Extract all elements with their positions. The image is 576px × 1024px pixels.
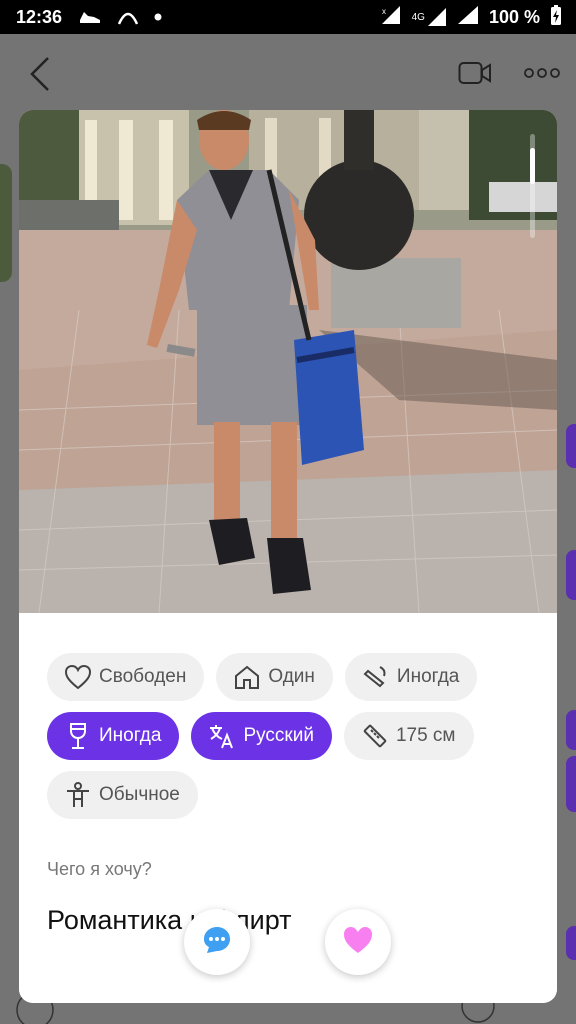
previous-photo-thumb [0,164,12,282]
section-value-wants: Романтика и флирт [47,905,292,935]
profile-photo[interactable] [19,110,557,613]
chip-label: Один [268,666,315,687]
chat-button[interactable] [184,909,250,975]
status-bar: 12:36 x 4G 100 % [0,0,576,34]
video-camera-icon[interactable] [458,60,492,86]
dot-icon [154,13,162,21]
shoe-icon [78,8,102,26]
chip-language[interactable]: Русский [191,712,332,760]
signal-x-icon: x [380,5,402,30]
chip-label: Свободен [99,666,187,687]
chip-living[interactable]: Один [216,653,333,701]
chip-label: Иногда [396,666,460,687]
profile-card: Свободен Один Иногда Иногда Русский 175 … [19,110,557,1003]
heart-filled-icon [342,925,374,960]
chip-label: Русский [243,725,314,746]
profile-chips: Свободен Один Иногда Иногда Русский 175 … [47,653,537,830]
chip-drinking[interactable]: Иногда [47,712,180,760]
network-type-label: 4G [411,11,425,23]
more-dots-icon[interactable] [524,66,560,78]
like-button[interactable] [325,909,391,975]
house-icon [232,662,262,692]
cigarette-icon [361,662,391,692]
background-purple-tab [566,926,576,960]
body-type-icon [63,780,93,810]
chevron-left-icon[interactable] [26,54,56,94]
status-time: 12:36 [16,6,63,27]
battery-percent: 100 % [488,6,540,27]
photo-scroll-indicator [530,134,535,238]
signal-4g-icon: 4G [412,7,447,27]
background-purple-tab [566,756,576,812]
background-purple-tab [566,550,576,600]
chip-body-type[interactable]: Обычное [47,771,198,819]
background-purple-tab [566,710,576,750]
wine-glass-icon [63,721,93,751]
chip-relationship[interactable]: Свободен [47,653,205,701]
header [0,34,576,110]
heart-outline-icon [63,662,93,692]
profile-details: Свободен Один Иногда Иногда Русский 175 … [19,613,557,1003]
section-label-wants: Чего я хочу? [47,859,152,879]
chip-label: 175 см [395,725,456,746]
svg-text:x: x [382,7,386,16]
chip-smoking[interactable]: Иногда [344,653,478,701]
translate-icon [207,721,237,751]
chip-label: Иногда [99,725,162,746]
ruler-icon [360,721,390,751]
chip-height[interactable]: 175 см [343,712,474,760]
signal-icon [457,5,479,30]
app-arc-icon [116,8,140,26]
background-purple-tab [566,424,576,468]
battery-charging-icon [550,4,562,31]
chip-label: Обычное [99,784,180,805]
chat-bubble-icon [202,925,232,960]
